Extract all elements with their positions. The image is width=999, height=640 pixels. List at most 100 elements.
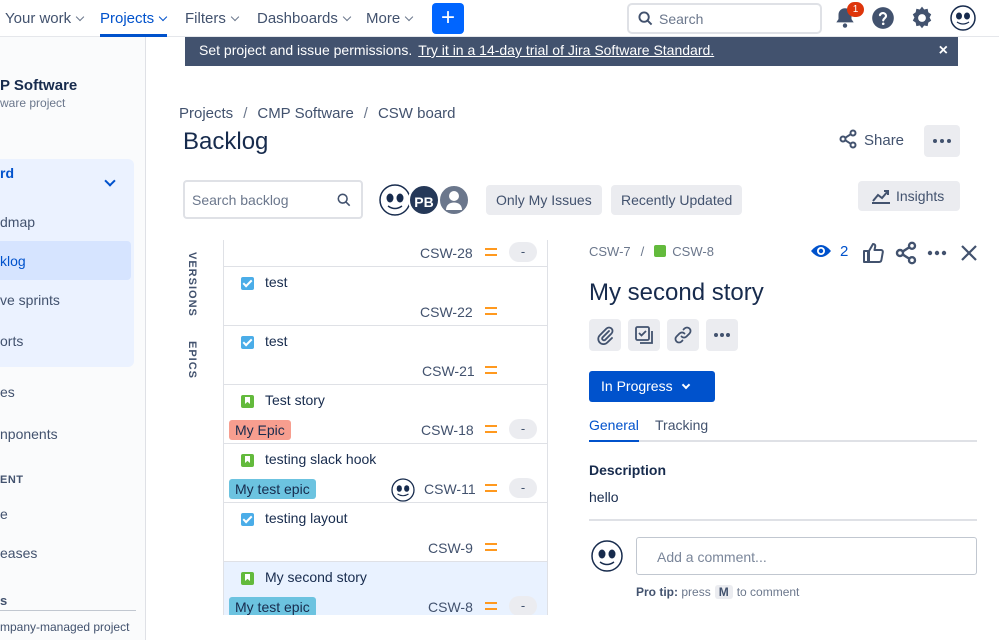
issue-key[interactable]: CSW-22 bbox=[420, 304, 473, 320]
insights-label: Insights bbox=[896, 188, 945, 204]
more-dots-icon bbox=[933, 139, 951, 143]
task-type-icon bbox=[241, 277, 254, 290]
nav-dashboards[interactable]: Dashboards bbox=[257, 0, 352, 37]
breadcrumb-separator: / bbox=[363, 105, 368, 122]
sidebar-project-name[interactable]: P Software bbox=[0, 77, 77, 94]
comment-input[interactable]: Add a comment... bbox=[636, 537, 977, 575]
story-type-icon bbox=[241, 395, 254, 408]
banner-close-icon[interactable]: × bbox=[939, 37, 948, 64]
sidebar-item-components[interactable]: nponents bbox=[0, 426, 58, 442]
share-button[interactable]: Share bbox=[838, 129, 904, 155]
issue-detail-key[interactable]: CSW-8 bbox=[672, 244, 714, 259]
issue-key[interactable]: CSW-28 bbox=[420, 245, 473, 261]
sidebar-item-issues[interactable]: es bbox=[0, 384, 15, 400]
issue-row[interactable]: test CSW-22 bbox=[224, 267, 547, 326]
settings-gear-icon[interactable] bbox=[909, 5, 935, 31]
chevron-down-icon bbox=[404, 12, 414, 22]
chevron-down-icon bbox=[230, 12, 240, 22]
versions-panel-toggle[interactable]: VERSIONS bbox=[186, 252, 198, 317]
sidebar-item-releases[interactable]: eases bbox=[0, 545, 37, 561]
recently-updated-button[interactable]: Recently Updated bbox=[611, 185, 743, 215]
epic-badge[interactable]: My test epic bbox=[229, 597, 316, 615]
issue-row[interactable]: testing slack hook My test epic CSW-11 - bbox=[224, 444, 547, 503]
priority-medium-icon bbox=[485, 366, 497, 374]
assignee-avatar[interactable] bbox=[391, 478, 415, 502]
more-actions-button[interactable] bbox=[924, 125, 960, 157]
story-points-badge[interactable]: - bbox=[509, 419, 537, 439]
nav-projects[interactable]: Projects bbox=[100, 0, 168, 37]
help-icon[interactable] bbox=[870, 5, 896, 31]
story-points-badge[interactable]: - bbox=[509, 596, 537, 615]
tab-tracking[interactable]: Tracking bbox=[655, 417, 708, 433]
epic-badge[interactable]: My Epic bbox=[229, 420, 291, 440]
close-icon[interactable] bbox=[957, 241, 981, 265]
link-icon bbox=[674, 326, 692, 344]
priority-medium-icon bbox=[485, 602, 497, 610]
global-search-placeholder: Search bbox=[659, 11, 704, 27]
issue-row[interactable]: testing layout CSW-9 bbox=[224, 503, 547, 562]
page-title: Backlog bbox=[183, 128, 269, 155]
sidebar-section2-heading: s bbox=[0, 593, 8, 608]
share-icon[interactable] bbox=[894, 241, 918, 265]
more-dots-icon[interactable] bbox=[925, 241, 949, 265]
watch-button[interactable]: 2 bbox=[810, 243, 848, 260]
global-search-input[interactable]: Search bbox=[627, 3, 822, 34]
more-tools-button[interactable] bbox=[706, 319, 738, 351]
breadcrumb-projects[interactable]: Projects bbox=[179, 105, 233, 122]
insights-button[interactable]: Insights bbox=[858, 181, 960, 211]
story-points-badge[interactable]: - bbox=[509, 242, 537, 262]
share-icon bbox=[839, 129, 857, 149]
attach-button[interactable] bbox=[589, 319, 621, 351]
issue-key[interactable]: CSW-18 bbox=[421, 422, 474, 438]
issue-row[interactable]: test CSW-21 bbox=[224, 326, 547, 385]
tab-general[interactable]: General bbox=[589, 417, 639, 433]
sidebar-item-roadmap[interactable]: dmap bbox=[0, 214, 35, 230]
issue-key[interactable]: CSW-9 bbox=[428, 540, 473, 556]
backlog-search-input[interactable]: Search backlog bbox=[183, 180, 363, 219]
description-value[interactable]: hello bbox=[589, 489, 619, 505]
parent-issue-key[interactable]: CSW-7 bbox=[589, 244, 631, 259]
epic-badge[interactable]: My test epic bbox=[229, 479, 316, 499]
only-my-issues-button[interactable]: Only My Issues bbox=[486, 185, 602, 215]
issue-summary: My second story bbox=[265, 569, 367, 585]
user-avatar[interactable] bbox=[950, 5, 976, 31]
sidebar-item-backlog[interactable]: klog bbox=[0, 253, 26, 269]
thumbs-up-icon[interactable] bbox=[861, 241, 885, 265]
sidebar-group-title[interactable]: rd bbox=[0, 165, 14, 181]
top-navigation: Your work Projects Filters Dashboards Mo… bbox=[0, 0, 999, 37]
status-dropdown-button[interactable]: In Progress bbox=[589, 371, 715, 402]
banner-trial-link[interactable]: Try it in a 14-day trial of Jira Softwar… bbox=[418, 42, 714, 58]
sidebar-item-reports[interactable]: orts bbox=[0, 333, 23, 349]
user-avatar-filter[interactable] bbox=[379, 184, 411, 216]
issue-row[interactable]: CSW-28 - bbox=[224, 240, 547, 267]
issue-row-selected[interactable]: My second story My test epic CSW-8 - bbox=[224, 562, 547, 615]
issue-detail-title[interactable]: My second story bbox=[589, 279, 764, 307]
issue-key[interactable]: CSW-8 bbox=[428, 599, 473, 615]
issue-summary: testing layout bbox=[265, 510, 348, 526]
comment-placeholder: Add a comment... bbox=[657, 549, 767, 565]
breadcrumb-board[interactable]: CSW board bbox=[378, 105, 456, 122]
story-points-badge[interactable]: - bbox=[509, 478, 537, 498]
sidebar-item-active-sprints[interactable]: ve sprints bbox=[0, 292, 60, 308]
add-child-issue-button[interactable] bbox=[628, 319, 660, 351]
epics-panel-toggle[interactable]: EPICS bbox=[186, 341, 198, 379]
sidebar-item-code[interactable]: e bbox=[0, 506, 8, 522]
issue-row[interactable]: Test story My Epic CSW-18 - bbox=[224, 385, 547, 444]
avatar-pb[interactable]: PB bbox=[408, 184, 440, 216]
nav-projects-label: Projects bbox=[100, 10, 155, 27]
breadcrumb-project[interactable]: CMP Software bbox=[257, 105, 353, 122]
breadcrumb: Projects / CMP Software / CSW board bbox=[179, 105, 456, 122]
avatar-unassigned[interactable] bbox=[438, 184, 470, 216]
issue-key[interactable]: CSW-21 bbox=[422, 363, 475, 379]
nav-filters[interactable]: Filters bbox=[185, 0, 240, 37]
nav-your-work[interactable]: Your work bbox=[5, 0, 85, 37]
backlog-issue-list: CSW-28 - test CSW-22 test CSW-21 Test st… bbox=[223, 240, 548, 615]
task-type-icon bbox=[241, 513, 254, 526]
create-button[interactable]: + bbox=[432, 3, 464, 34]
sidebar-footer: mpany-managed project bbox=[0, 620, 130, 634]
nav-more[interactable]: More bbox=[366, 0, 414, 37]
link-issue-button[interactable] bbox=[667, 319, 699, 351]
issue-key[interactable]: CSW-11 bbox=[424, 481, 476, 497]
eye-icon bbox=[811, 245, 831, 257]
notification-count-badge: 1 bbox=[847, 2, 864, 17]
